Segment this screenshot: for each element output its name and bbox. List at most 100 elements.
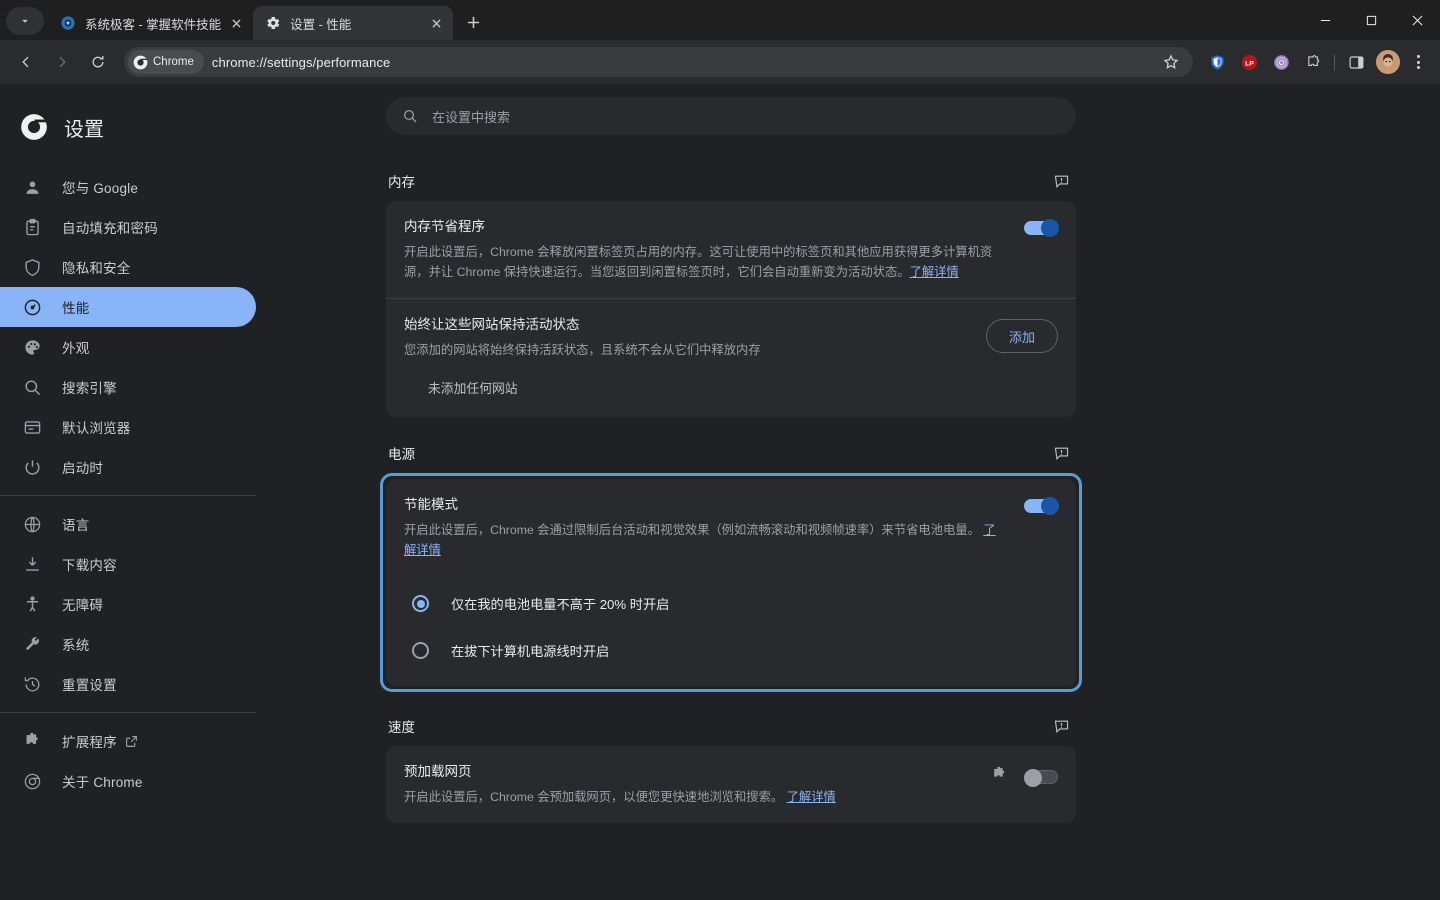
- preload-toggle[interactable]: [1024, 769, 1058, 787]
- preload-title: 预加载网页: [404, 764, 472, 779]
- no-sites-message: 未添加任何网站: [428, 381, 518, 396]
- new-tab-button[interactable]: [459, 8, 487, 36]
- memory-saver-controls: [1024, 217, 1059, 237]
- extension-icons: LP: [1201, 48, 1432, 76]
- energy-saver-text: 节能模式 开启此设置后，Chrome 会通过限制后台活动和视觉效果（例如流畅滚动…: [404, 495, 1024, 560]
- tab-item-1[interactable]: 设置 - 性能: [253, 6, 454, 40]
- sidebar-item-label: 关于 Chrome: [62, 775, 143, 790]
- sidebar-item-downloads[interactable]: 下载内容: [0, 544, 256, 584]
- energy-option-unplugged[interactable]: 在拔下计算机电源线时开启: [386, 627, 1076, 686]
- sidebar-item-autofill-passwords[interactable]: 自动填充和密码: [0, 207, 256, 247]
- energy-saver-title: 节能模式: [404, 497, 458, 512]
- preload-row: 预加载网页 开启此设置后，Chrome 会预加载网页，以便您更快速地浏览和搜索。…: [386, 746, 1076, 823]
- address-bar[interactable]: Chrome chrome://settings/performance: [124, 47, 1193, 77]
- sidebar-item-accessibility[interactable]: 无障碍: [0, 584, 256, 624]
- sidebar-item-appearance[interactable]: 外观: [0, 327, 256, 367]
- settings-brand: 设置: [0, 99, 256, 155]
- clipboard-icon: [22, 217, 42, 237]
- maximize-button[interactable]: [1348, 0, 1394, 40]
- sidebar-item-label: 扩展程序: [62, 735, 117, 750]
- chrome-chip-label: Chrome: [153, 56, 194, 68]
- bookmark-star-icon[interactable]: [1156, 47, 1186, 77]
- svg-text:LP: LP: [1245, 60, 1254, 67]
- window-controls: [1302, 0, 1440, 40]
- radio-button[interactable]: [412, 642, 429, 659]
- sidebar-item-default-browser[interactable]: 默认浏览器: [0, 407, 256, 447]
- sidebar-item-label: 外观: [62, 341, 90, 356]
- sidebar-item-privacy-security[interactable]: 隐私和安全: [0, 247, 256, 287]
- sidebar-item-label: 隐私和安全: [62, 261, 131, 276]
- profile-avatar[interactable]: [1374, 48, 1402, 76]
- sidebar-item-system[interactable]: 系统: [0, 624, 256, 664]
- settings-page: 设置 您与 Google 自动填充和密码 隐私和安全 性能 外观 搜索引擎 默认…: [0, 85, 1440, 900]
- side-panel-icon[interactable]: [1342, 48, 1370, 76]
- search-input[interactable]: 在设置中搜索: [386, 97, 1076, 135]
- energy-saver-desc: 开启此设置后，Chrome 会通过限制后台活动和视觉效果（例如流畅滚动和视频帧速…: [404, 520, 1004, 560]
- lastpass-extension-icon[interactable]: LP: [1235, 48, 1263, 76]
- always-active-desc: 您添加的网站将始终保持活跃状态，且系统不会从它们中释放内存: [404, 343, 761, 357]
- always-active-text: 始终让这些网站保持活动状态 您添加的网站将始终保持活跃状态，且系统不会从它们中释…: [404, 315, 986, 360]
- feedback-icon[interactable]: [1048, 713, 1074, 739]
- memory-saver-desc: 开启此设置后，Chrome 会释放闲置标签页占用的内存。这可让使用中的标签页和其…: [404, 242, 1004, 282]
- feedback-icon[interactable]: [1048, 440, 1074, 466]
- sidebar-item-extensions[interactable]: 扩展程序: [0, 721, 256, 761]
- openai-extension-icon[interactable]: [1267, 48, 1295, 76]
- search-area: 在设置中搜索: [256, 85, 1440, 135]
- add-site-button[interactable]: 添加: [985, 319, 1058, 353]
- radio-label: 仅在我的电池电量不高于 20% 时开启: [451, 597, 670, 612]
- section-header-power: 电源: [386, 433, 1076, 473]
- always-active-title: 始终让这些网站保持活动状态: [404, 317, 580, 332]
- toggle-knob: [1024, 769, 1042, 787]
- back-button[interactable]: [11, 47, 41, 77]
- chevron-down-icon: [22, 19, 28, 23]
- memory-card: 内存节省程序 开启此设置后，Chrome 会释放闲置标签页占用的内存。这可让使用…: [386, 201, 1076, 417]
- always-active-row: 始终让这些网站保持活动状态 您添加的网站将始终保持活跃状态，且系统不会从它们中释…: [386, 298, 1076, 364]
- section-title: 速度: [388, 720, 415, 735]
- sidebar-item-label: 重置设置: [62, 678, 117, 693]
- radio-button[interactable]: [412, 595, 429, 612]
- sidebar-item-reset-settings[interactable]: 重置设置: [0, 664, 256, 704]
- sidebar-item-label: 语言: [62, 518, 90, 533]
- feedback-icon[interactable]: [1048, 168, 1074, 194]
- preload-desc-text: 开启此设置后，Chrome 会预加载网页，以便您更快速地浏览和搜索。: [404, 790, 784, 804]
- sidebar-item-on-startup[interactable]: 启动时: [0, 447, 256, 487]
- toggle-knob: [1041, 219, 1059, 237]
- puzzle-icon[interactable]: [991, 766, 1008, 788]
- sidebar-item-label: 性能: [62, 301, 90, 316]
- memory-saver-toggle[interactable]: [1024, 219, 1059, 237]
- reload-button[interactable]: [83, 47, 113, 77]
- learn-more-link[interactable]: 了解详情: [787, 790, 836, 804]
- globe-icon: [22, 514, 42, 534]
- sidebar-item-languages[interactable]: 语言: [0, 504, 256, 544]
- sidebar-item-label: 下载内容: [62, 558, 117, 573]
- shield-extension-icon[interactable]: [1203, 48, 1231, 76]
- chrome-globe-icon: [60, 15, 76, 31]
- close-window-button[interactable]: [1394, 0, 1440, 40]
- sidebar-item-performance[interactable]: 性能: [0, 287, 256, 327]
- browser-menu-button[interactable]: [1404, 48, 1432, 76]
- sidebar-item-search-engine[interactable]: 搜索引擎: [0, 367, 256, 407]
- tab-item-0[interactable]: 系统极客 - 掌握软件技能: [48, 6, 253, 40]
- learn-more-link[interactable]: 了解详情: [910, 265, 959, 279]
- memory-saver-title: 内存节省程序: [404, 219, 485, 234]
- search-placeholder: 在设置中搜索: [432, 109, 511, 125]
- download-icon: [22, 554, 42, 574]
- toolbar-divider: [1334, 53, 1335, 71]
- tab-search-button[interactable]: [6, 7, 44, 35]
- forward-button[interactable]: [47, 47, 77, 77]
- extensions-puzzle-icon[interactable]: [1299, 48, 1327, 76]
- memory-saver-desc-text: 开启此设置后，Chrome 会释放闲置标签页占用的内存。这可让使用中的标签页和其…: [404, 245, 993, 279]
- energy-saver-toggle[interactable]: [1024, 497, 1059, 515]
- person-icon: [22, 177, 42, 197]
- accessibility-icon: [22, 594, 42, 614]
- minimize-button[interactable]: [1302, 0, 1348, 40]
- sidebar-item-you-and-google[interactable]: 您与 Google: [0, 167, 256, 207]
- tab-close-button[interactable]: [227, 14, 245, 32]
- sidebar-item-about-chrome[interactable]: 关于 Chrome: [0, 761, 256, 801]
- chrome-origin-chip: Chrome: [128, 50, 204, 74]
- kebab-dot: [1416, 54, 1420, 58]
- settings-content: 内存 内存节省程序 开启此设置后，Chrome 会释放闲置标签页占用的内存。这可…: [380, 135, 1082, 823]
- energy-option-battery-threshold[interactable]: 仅在我的电池电量不高于 20% 时开启: [386, 576, 1076, 627]
- power-highlight-outline: 节能模式 开启此设置后，Chrome 会通过限制后台活动和视觉效果（例如流畅滚动…: [380, 473, 1082, 692]
- tab-close-button[interactable]: [427, 14, 445, 32]
